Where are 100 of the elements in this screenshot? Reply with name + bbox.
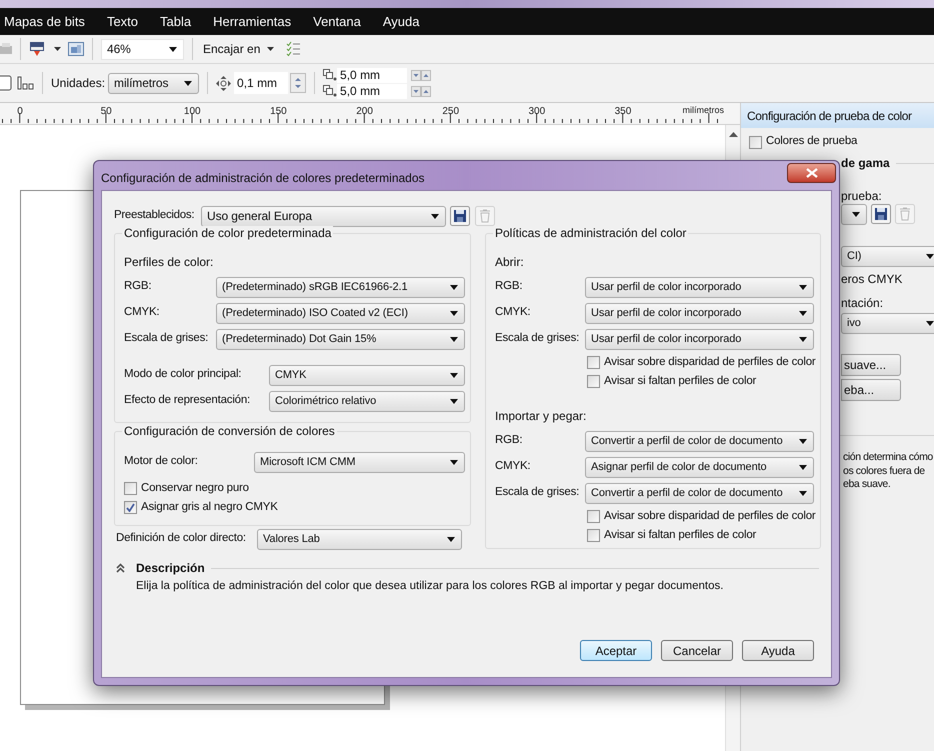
align-bottom-icon[interactable] <box>17 76 34 90</box>
caret-icon[interactable] <box>54 47 61 51</box>
field-label: Escala de grises: <box>495 331 580 346</box>
ruler-label: 350 <box>614 105 632 119</box>
checkbox-label: Avisar sobre disparidad de perfiles de color <box>604 354 816 370</box>
nudge-field[interactable]: 0,1 mm <box>234 72 288 94</box>
checkbox[interactable] <box>587 375 600 388</box>
duplicate-offset-icon <box>323 69 338 81</box>
description-text: Elija la política de administración del color que desea utilizar para los colores RGB al importar y pegar documentos. <box>136 579 724 594</box>
docker-title: Configuración de prueba de color <box>741 103 934 128</box>
caret-icon <box>267 47 274 51</box>
dropdown[interactable]: Microsoft ICM CMM <box>254 452 465 472</box>
caret-icon <box>926 254 934 259</box>
dropdown[interactable]: Valores Lab <box>257 528 462 550</box>
dropdown[interactable]: (Predeterminado) ISO Coated v2 (ECI) <box>216 302 465 324</box>
dialog-button[interactable]: Ayuda <box>742 640 814 661</box>
field-label: Perfiles de color: <box>124 254 214 271</box>
section-title: de gama <box>841 155 890 172</box>
caret-icon <box>447 536 455 542</box>
menu-item[interactable]: Texto <box>106 12 138 32</box>
field-label: prueba: <box>841 189 883 203</box>
checkbox-label: Avisar si faltan perfiles de color <box>604 528 756 543</box>
caret-icon <box>799 336 807 342</box>
dropdown[interactable]: Colorimétrico relativo <box>269 390 465 412</box>
spinner-icon[interactable] <box>411 70 432 80</box>
close-icon <box>806 168 818 178</box>
checkbox[interactable] <box>124 482 137 495</box>
checkbox-label: Conservar negro puro <box>141 480 249 496</box>
duplicate-offset-icon <box>323 85 338 97</box>
group-title: Configuración de color predeterminada <box>122 226 334 240</box>
menu-item[interactable]: Ayuda <box>382 12 420 32</box>
caret-icon <box>450 336 458 342</box>
menu-item[interactable]: Tabla <box>160 12 192 32</box>
ruler-label: 200 <box>356 105 373 119</box>
dropdown[interactable]: (Predeterminado) Dot Gain 15% <box>216 328 465 350</box>
offset-field[interactable]: 5,0 mm <box>337 68 408 82</box>
dialog-button[interactable]: Cancelar <box>661 640 733 661</box>
ruler-label: 250 <box>442 105 460 119</box>
dropdown[interactable]: Usar perfil de color incorporado <box>585 328 814 350</box>
menu-item[interactable]: Mapas de bits <box>4 12 85 32</box>
picture-frame-icon[interactable] <box>68 42 84 56</box>
dropdown[interactable]: ivo <box>841 313 934 334</box>
dropdown[interactable] <box>841 204 867 224</box>
checkbox-label: Asignar gris al negro CMYK <box>141 500 278 515</box>
menu-item[interactable]: Herramientas <box>213 12 292 32</box>
ruler-label: 50 <box>100 105 112 119</box>
caret-icon <box>799 310 807 316</box>
caret-icon <box>852 212 860 216</box>
caret-icon <box>450 284 458 290</box>
field-label: CMYK: <box>495 459 532 474</box>
field-label: Unidades: <box>51 75 106 92</box>
caret-icon <box>184 80 192 86</box>
dropdown[interactable]: (Predeterminado) sRGB IEC61966-2.1 <box>216 276 465 298</box>
dropdown[interactable]: 46% <box>101 38 184 60</box>
dropdown[interactable]: CMYK <box>269 364 465 386</box>
checkbox-label: Avisar sobre disparidad de perfiles de color <box>604 508 816 524</box>
caret-icon <box>169 46 177 52</box>
field-label: Escala de grises: <box>124 331 210 346</box>
caret-icon <box>450 372 458 378</box>
snap-dropdown[interactable]: Encajar en <box>201 38 276 60</box>
dropdown[interactable]: Asignar perfil de color de documento <box>585 456 814 478</box>
checklist-icon[interactable] <box>286 41 300 57</box>
checkbox[interactable] <box>587 356 600 369</box>
close-button[interactable] <box>787 163 836 183</box>
caret-icon <box>799 490 807 496</box>
dialog-title: Configuración de administración de colores predeterminados <box>101 170 425 187</box>
spinner-icon[interactable] <box>290 73 306 93</box>
dropdown[interactable]: Convertir a perfil de color de documento <box>585 430 814 452</box>
section-label: Importar y pegar: <box>495 408 588 425</box>
dropdown[interactable]: milímetros <box>108 72 200 94</box>
save-icon[interactable] <box>450 206 470 226</box>
field-label: RGB: <box>495 433 524 448</box>
scroll-up-icon[interactable] <box>729 132 738 137</box>
dialog-button[interactable]: Aceptar <box>580 640 652 661</box>
caret-icon <box>926 321 934 326</box>
checkbox[interactable] <box>749 136 762 148</box>
offset-field[interactable]: 5,0 mm <box>337 84 408 98</box>
field-label: RGB: <box>495 279 524 294</box>
dropdown[interactable]: CI) <box>841 246 934 267</box>
docker-button[interactable]: eba... <box>841 379 901 401</box>
checkbox[interactable] <box>587 510 600 523</box>
dropdown[interactable]: Convertir a perfil de color de documento <box>585 482 814 504</box>
field-label: ntación: <box>841 296 884 310</box>
docker-button[interactable]: suave... <box>841 354 901 376</box>
dropdown[interactable]: Usar perfil de color incorporado <box>585 302 814 324</box>
publish-icon[interactable] <box>29 41 45 57</box>
checkbox[interactable] <box>587 529 600 542</box>
group-title: Configuración de conversión de colores <box>122 424 337 438</box>
save-icon[interactable] <box>871 204 891 224</box>
dropdown[interactable]: Usar perfil de color incorporado <box>585 276 814 298</box>
nudge-icon <box>216 76 232 90</box>
dropdown[interactable]: Uso general Europa <box>201 206 446 226</box>
checkbox[interactable] <box>124 501 137 514</box>
section-label: Abrir: <box>495 254 525 271</box>
caret-icon <box>450 398 458 404</box>
collapse-icon[interactable] <box>116 563 125 573</box>
page-icon[interactable] <box>0 75 12 91</box>
menu-item[interactable]: Ventana <box>313 12 361 32</box>
field-label: CMYK: <box>495 305 532 320</box>
spinner-icon[interactable] <box>411 86 432 96</box>
